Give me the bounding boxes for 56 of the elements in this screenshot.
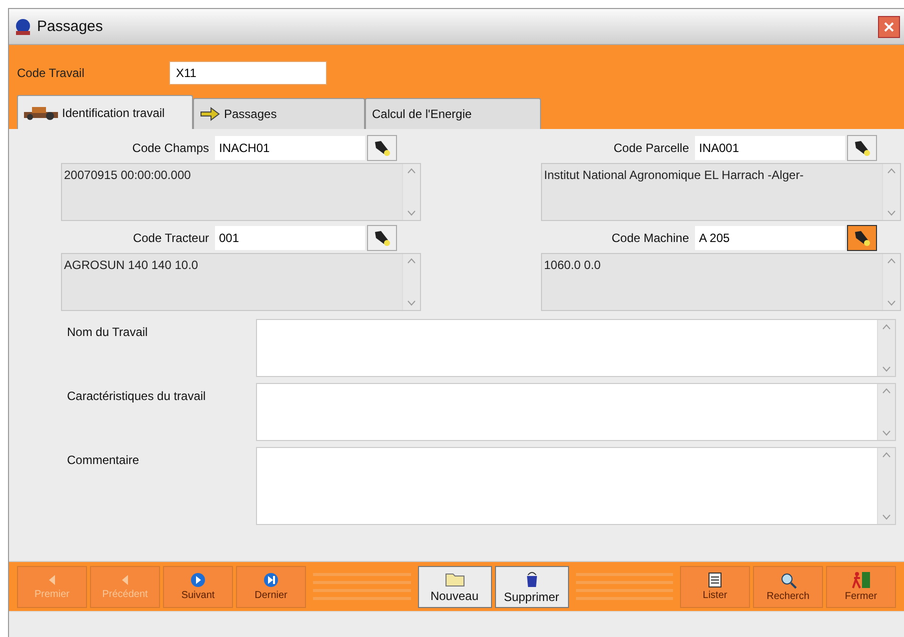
field-label: Code Machine bbox=[612, 231, 689, 245]
scrollbar[interactable] bbox=[877, 448, 895, 524]
field-label: Nom du Travail bbox=[66, 324, 149, 341]
scrollbar[interactable] bbox=[877, 320, 895, 376]
flashlight-icon bbox=[373, 139, 391, 157]
window-title: Passages bbox=[37, 18, 104, 35]
play-icon bbox=[190, 572, 206, 588]
tractor-icon bbox=[24, 106, 58, 120]
lookup-button[interactable] bbox=[367, 135, 397, 161]
code-field[interactable]: X11 bbox=[169, 61, 327, 85]
input-field[interactable]: INA001 bbox=[695, 136, 845, 160]
flashlight-icon bbox=[853, 139, 871, 157]
toolbar-button[interactable]: Supprimer bbox=[494, 566, 568, 608]
close-button[interactable] bbox=[878, 16, 900, 38]
field-label: Code Tracteur bbox=[132, 231, 209, 245]
toolbar-button[interactable]: Lister bbox=[680, 566, 750, 608]
folder-icon bbox=[444, 570, 464, 586]
toolbar-button[interactable]: Suivant bbox=[163, 566, 233, 608]
lookup-button[interactable] bbox=[847, 135, 877, 161]
arrow-icon bbox=[200, 107, 220, 121]
field-label: Caractéristiques du travail bbox=[66, 388, 207, 405]
scrollbar[interactable] bbox=[402, 254, 420, 310]
lookup-button[interactable] bbox=[367, 225, 397, 251]
toolbar-button[interactable]: Fermer bbox=[826, 566, 896, 608]
input-field[interactable]: 001 bbox=[215, 226, 365, 250]
scrollbar[interactable] bbox=[882, 164, 900, 220]
scrollbar[interactable] bbox=[877, 384, 895, 440]
app-logo-icon bbox=[13, 18, 33, 36]
field-label: Code Champs bbox=[132, 141, 209, 155]
tab[interactable]: Calcul de l'Energie bbox=[365, 98, 541, 129]
close-icon bbox=[884, 22, 894, 32]
text-area[interactable] bbox=[256, 319, 896, 377]
input-field[interactable]: INACH01 bbox=[215, 136, 365, 160]
toolbar-button[interactable]: Dernier bbox=[236, 566, 306, 608]
toolbar-button[interactable]: Nouveau bbox=[418, 566, 492, 608]
flashlight-icon bbox=[373, 229, 391, 247]
list-icon bbox=[707, 572, 723, 588]
field-label: Commentaire bbox=[66, 452, 140, 469]
description-text: 1060.0 0.0 bbox=[543, 257, 602, 274]
text-area[interactable] bbox=[256, 447, 896, 525]
toolbar-button[interactable]: Recherch bbox=[753, 566, 823, 608]
description-text: 20070915 00:00:00.000 bbox=[63, 167, 192, 184]
exit-icon bbox=[851, 571, 871, 589]
tab[interactable]: Passages bbox=[193, 98, 365, 129]
search-icon bbox=[779, 571, 797, 589]
scrollbar[interactable] bbox=[402, 164, 420, 220]
text-area[interactable] bbox=[256, 383, 896, 441]
field-label: Code Travail bbox=[17, 66, 86, 80]
input-field[interactable]: A 205 bbox=[695, 226, 845, 250]
tab[interactable]: Identification travail bbox=[17, 95, 193, 129]
field-label: Code Parcelle bbox=[614, 141, 689, 155]
description-text: Institut National Agronomique EL Harrach -Alger- bbox=[543, 167, 805, 184]
scrollbar[interactable] bbox=[882, 254, 900, 310]
flashlight-icon bbox=[853, 229, 871, 247]
description-text: AGROSUN 140 140 10.0 bbox=[63, 257, 200, 274]
lookup-button[interactable] bbox=[847, 225, 877, 251]
